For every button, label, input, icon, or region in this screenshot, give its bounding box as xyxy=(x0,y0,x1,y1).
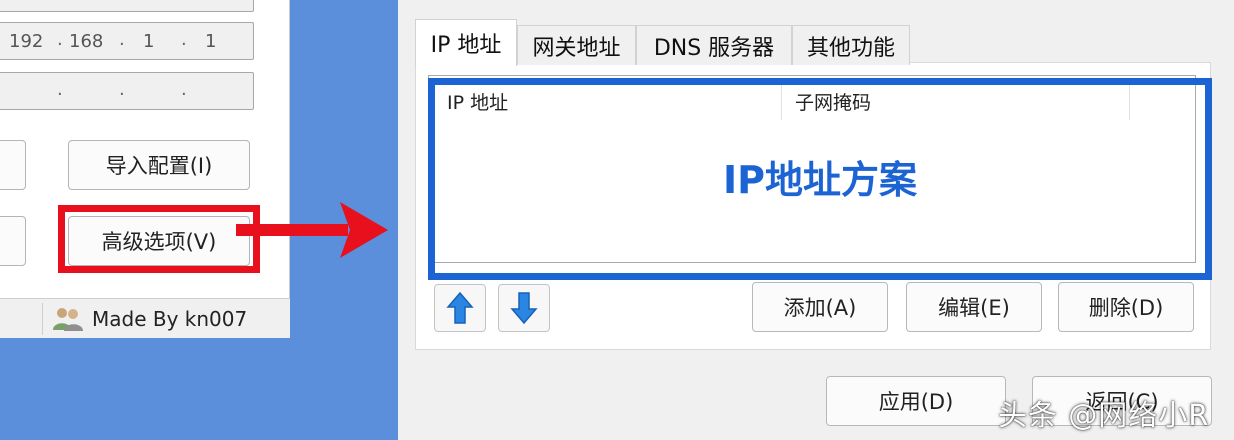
import-config-button[interactable]: 导入配置(I) xyxy=(68,140,250,190)
octet-dot: . xyxy=(181,29,187,50)
ip-address-field[interactable] xyxy=(0,0,254,12)
apply-button[interactable]: 应用(D) xyxy=(826,376,1006,426)
gateway-octet-3: 1 xyxy=(143,31,155,52)
advanced-options-dialog: IP 地址 网关地址 DNS 服务器 其他功能 IP 地址 子网掩码 IP地址方… xyxy=(398,0,1234,440)
gateway-octet-4: 1 xyxy=(205,31,217,52)
octet-dot: . xyxy=(119,29,125,50)
octet-dot: . xyxy=(57,29,63,50)
partial-button-disabled[interactable] xyxy=(0,216,26,266)
blue-highlight-box: IP地址方案 xyxy=(428,78,1212,280)
gateway-octet-2: 168 xyxy=(69,31,104,52)
arrow-up-icon xyxy=(446,291,474,324)
octet-dot: . xyxy=(57,79,63,100)
octet-dot: . xyxy=(119,79,125,100)
dns-field[interactable]: . . . xyxy=(0,72,254,110)
red-highlight-box xyxy=(58,205,260,273)
status-bar: Made By kn007 xyxy=(0,298,290,338)
tab-dns-server[interactable]: DNS 服务器 xyxy=(636,25,792,65)
users-icon xyxy=(53,308,83,331)
gateway-field[interactable]: 192 . 168 . 1 . 1 xyxy=(0,22,254,60)
watermark: 头条 @网络小R xyxy=(998,398,1210,432)
partial-button[interactable] xyxy=(0,140,26,190)
status-text: Made By kn007 xyxy=(92,307,248,331)
delete-button[interactable]: 删除(D) xyxy=(1058,282,1194,332)
status-separator xyxy=(42,303,43,335)
gateway-octet-1: 192 xyxy=(9,31,44,52)
tab-ip-address[interactable]: IP 地址 xyxy=(415,19,517,66)
move-up-button[interactable] xyxy=(434,284,486,332)
arrow-down-icon xyxy=(510,292,538,325)
move-down-button[interactable] xyxy=(498,284,550,332)
add-button[interactable]: 添加(A) xyxy=(752,282,888,332)
edit-button[interactable]: 编辑(E) xyxy=(906,282,1042,332)
tab-other-functions[interactable]: 其他功能 xyxy=(792,25,910,65)
tab-gateway[interactable]: 网关地址 xyxy=(517,25,636,65)
octet-dot: . xyxy=(181,79,187,100)
red-arrow-icon xyxy=(236,202,388,258)
main-window: 192 . 168 . 1 . 1 . . . 导入配置(I) 高级选项(V) … xyxy=(0,0,290,338)
callout-label: IP地址方案 xyxy=(723,158,917,202)
